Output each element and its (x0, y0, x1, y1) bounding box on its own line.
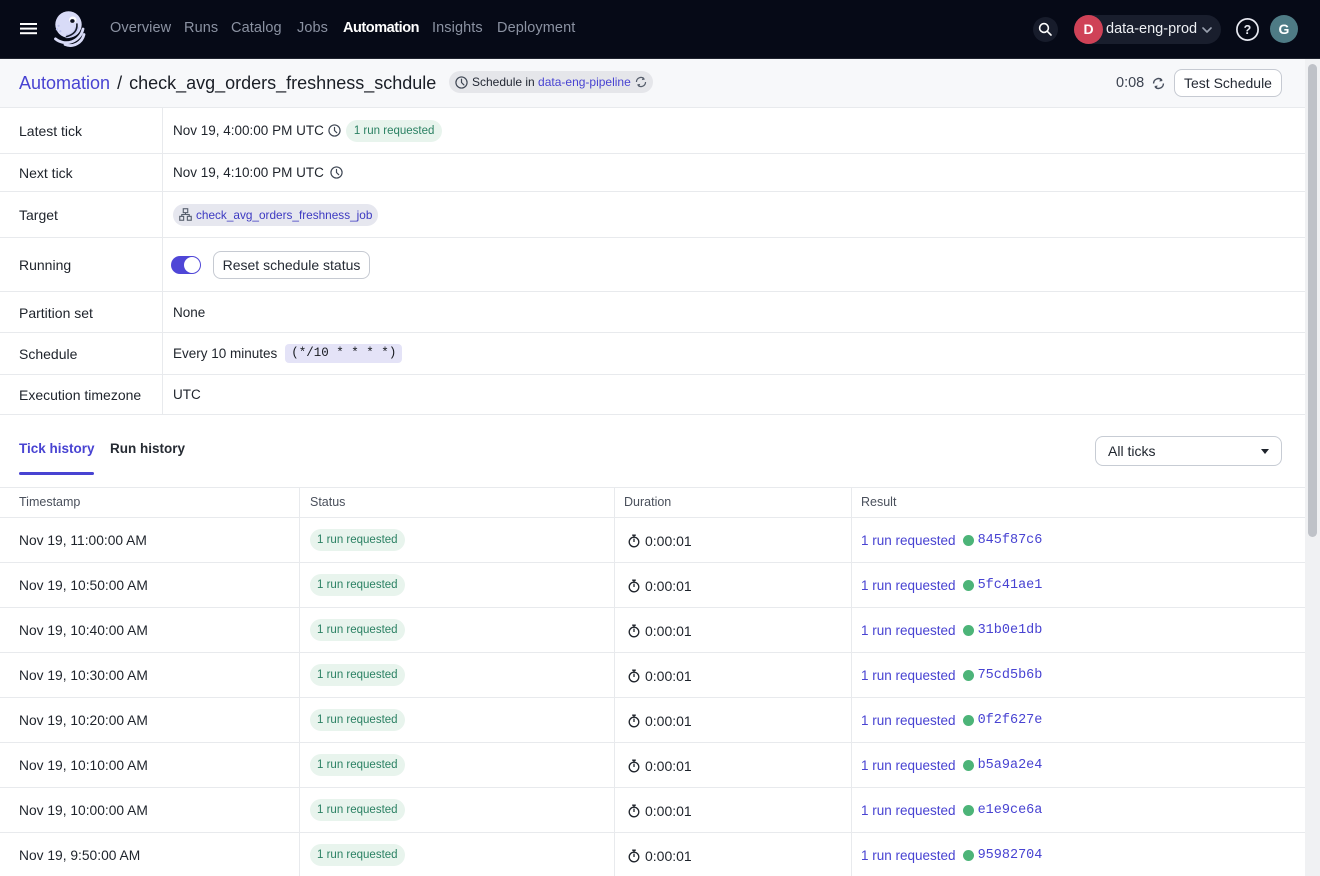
svg-text:?: ? (1244, 23, 1252, 37)
